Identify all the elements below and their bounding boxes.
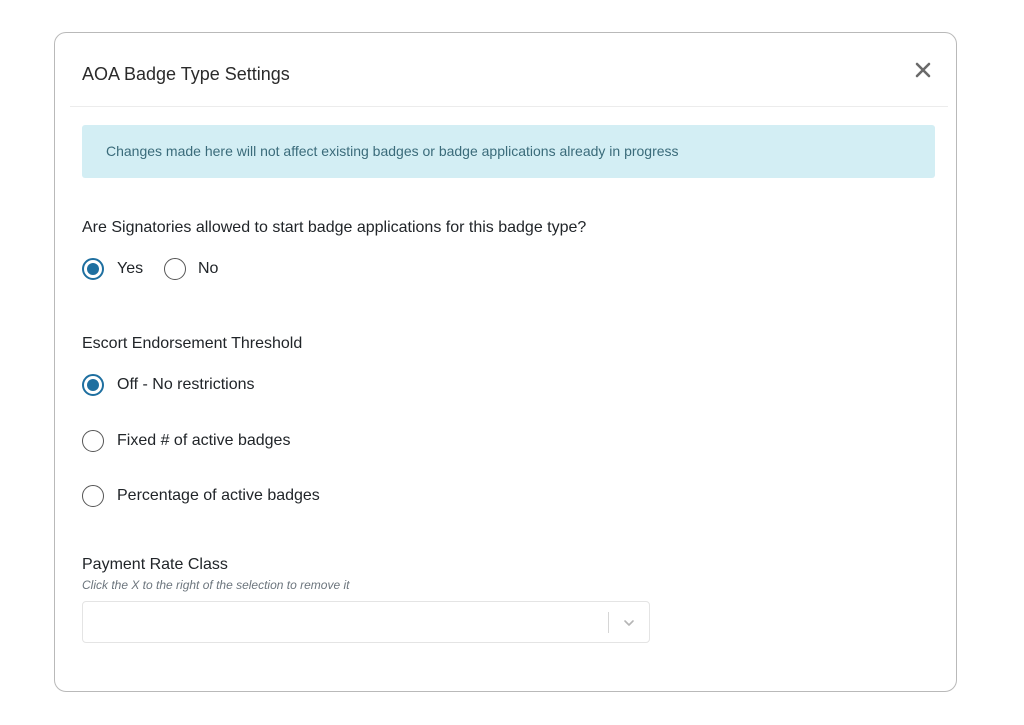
close-button[interactable]: [912, 59, 934, 81]
radio-off-label: Off - No restrictions: [117, 376, 255, 393]
modal-title: AOA Badge Type Settings: [82, 64, 290, 84]
escort-off-option[interactable]: Off - No restrictions: [82, 374, 255, 396]
payment-rate-class-hint: Click the X to the right of the selectio…: [82, 578, 350, 592]
escort-threshold-label: Escort Endorsement Threshold: [82, 335, 303, 352]
escort-fixed-option[interactable]: Fixed # of active badges: [82, 430, 290, 452]
payment-rate-class-select[interactable]: [82, 601, 650, 643]
close-icon: [915, 62, 931, 78]
radio-fixed-label: Fixed # of active badges: [117, 432, 291, 449]
radio-off[interactable]: [82, 374, 104, 396]
chevron-down-icon: [624, 620, 634, 626]
dropdown-toggle[interactable]: [622, 616, 636, 630]
select-separator: [608, 612, 609, 633]
signatories-no-option[interactable]: No: [164, 258, 218, 280]
signatories-question: Are Signatories allowed to start badge a…: [82, 219, 587, 236]
radio-fixed[interactable]: [82, 430, 104, 452]
info-alert: Changes made here will not affect existi…: [82, 125, 935, 178]
escort-percentage-option[interactable]: Percentage of active badges: [82, 485, 320, 507]
radio-no-label: No: [198, 260, 219, 277]
payment-rate-class-label: Payment Rate Class: [82, 556, 228, 573]
badge-type-settings-modal: AOA Badge Type Settings Changes made her…: [54, 32, 957, 692]
modal-header: AOA Badge Type Settings: [70, 33, 948, 107]
radio-percentage-label: Percentage of active badges: [117, 487, 320, 504]
signatories-yes-option[interactable]: Yes: [82, 258, 143, 280]
radio-percentage[interactable]: [82, 485, 104, 507]
radio-no[interactable]: [164, 258, 186, 280]
radio-yes[interactable]: [82, 258, 104, 280]
radio-yes-label: Yes: [117, 260, 144, 277]
